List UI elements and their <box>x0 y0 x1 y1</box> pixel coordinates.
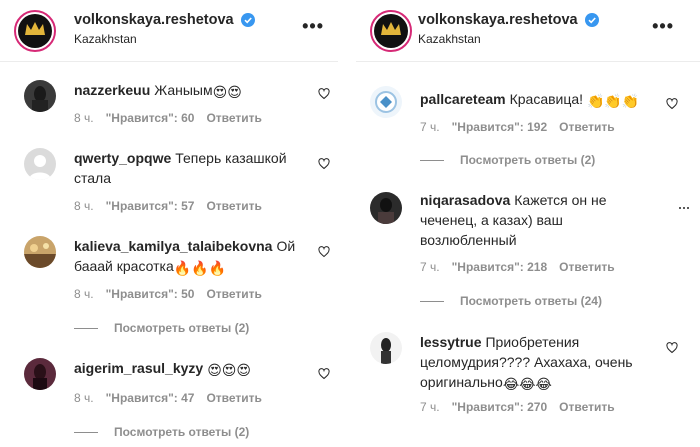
commenter-username[interactable]: nazzerkeuu <box>74 82 150 98</box>
likes-count[interactable]: "Нравится": 57 <box>106 199 195 213</box>
reply-button[interactable]: Ответить <box>559 260 614 274</box>
commenter-avatar[interactable] <box>24 148 56 180</box>
comment-text: niqarasadova Кажется он не чеченец, а каз… <box>420 192 607 248</box>
commenter-username[interactable]: qwerty_opqwe <box>74 150 171 166</box>
view-replies-button[interactable]: Посмотреть ответы (24) <box>420 294 602 308</box>
verified-badge-icon <box>584 13 599 27</box>
likes-count[interactable]: "Нравится": 47 <box>106 391 195 405</box>
comment-text: qwerty_opqwe Теперь казашкой стала <box>74 150 287 186</box>
comments-panel-right: volkonskaya.reshetova Kazakhstan ••• pal… <box>356 0 700 447</box>
like-heart-icon[interactable] <box>318 246 330 258</box>
author-username[interactable]: volkonskaya.reshetova <box>74 12 255 28</box>
comment-time[interactable]: 7 ч. <box>420 260 440 274</box>
comment-meta: 7 ч. "Нравится": 218 Ответить <box>420 260 627 274</box>
likes-count[interactable]: "Нравится": 60 <box>106 111 195 125</box>
more-options-icon[interactable]: ••• <box>302 16 324 37</box>
more-options-icon[interactable]: ••• <box>652 16 674 37</box>
commenter-avatar[interactable] <box>24 358 56 390</box>
like-heart-icon[interactable] <box>318 158 330 170</box>
likes-count[interactable]: "Нравится": 218 <box>452 260 548 274</box>
commenter-avatar[interactable] <box>370 192 402 224</box>
comment-item: nazzerkeuu Жаныым😍😍 8 ч. "Нравится": 60 Отв… <box>0 76 338 136</box>
comment-item: lessytrue Приобретения целомудрия???? Аха… <box>356 332 700 447</box>
comment-time[interactable]: 7 ч. <box>420 120 440 134</box>
reply-button[interactable]: Ответить <box>559 400 614 414</box>
commenter-username[interactable]: pallcareteam <box>420 91 506 107</box>
comment-meta: 8 ч. "Нравится": 60 Ответить <box>74 111 274 125</box>
comment-text: kalieva_kamilya_talaibekovna Ой бааай кра… <box>74 238 296 276</box>
comment-time[interactable]: 8 ч. <box>74 287 94 301</box>
author-username[interactable]: volkonskaya.reshetova <box>418 12 599 28</box>
likes-count[interactable]: "Нравится": 50 <box>106 287 195 301</box>
commenter-avatar[interactable] <box>370 332 402 364</box>
reply-button[interactable]: Ответить <box>206 287 261 301</box>
author-avatar[interactable] <box>370 10 412 52</box>
like-heart-icon[interactable] <box>318 88 330 100</box>
post-header: volkonskaya.reshetova Kazakhstan ••• <box>356 0 700 62</box>
comment-time[interactable]: 8 ч. <box>74 391 94 405</box>
post-header: volkonskaya.reshetova Kazakhstan ••• <box>0 0 338 62</box>
post-location[interactable]: Kazakhstan <box>418 32 481 46</box>
comment-meta: 8 ч. "Нравится": 50 Ответить <box>74 287 274 301</box>
comment-time[interactable]: 8 ч. <box>74 199 94 213</box>
replies-divider <box>74 432 98 434</box>
reply-button[interactable]: Ответить <box>206 199 261 213</box>
commenter-username[interactable]: lessytrue <box>420 334 481 350</box>
replies-divider <box>420 301 444 303</box>
commenter-avatar[interactable] <box>370 86 402 118</box>
reply-button[interactable]: Ответить <box>559 120 614 134</box>
panel-gap <box>338 0 356 447</box>
heart-eyes-emoji: 😍😍😍 <box>207 362 251 378</box>
view-replies-button[interactable]: Посмотреть ответы (2) <box>74 321 249 335</box>
verified-badge-icon <box>240 13 255 27</box>
replies-divider <box>74 328 98 330</box>
like-heart-icon[interactable] <box>318 368 330 380</box>
comment-item: aigerim_rasul_kyzy 😍😍😍 8 ч. "Нравится": 47… <box>0 358 338 447</box>
comment-meta: 8 ч. "Нравится": 47 Ответить <box>74 391 274 405</box>
commenter-username[interactable]: kalieva_kamilya_talaibekovna <box>74 238 272 254</box>
like-heart-icon[interactable] <box>666 98 678 110</box>
like-heart-icon[interactable] <box>666 342 678 354</box>
comment-meta: 7 ч. "Нравится": 270 Ответить <box>420 400 627 414</box>
likes-count[interactable]: "Нравится": 192 <box>452 120 548 134</box>
commenter-username[interactable]: niqarasadova <box>420 192 510 208</box>
clapping-hands-emoji: 👏👏👏 <box>586 93 640 109</box>
comment-meta: 8 ч. "Нравится": 57 Ответить <box>74 199 274 213</box>
fire-emoji: 🔥🔥🔥 <box>173 260 227 276</box>
commenter-avatar[interactable] <box>24 80 56 112</box>
post-location[interactable]: Kazakhstan <box>74 32 137 46</box>
heart-eyes-emoji: 😍😍 <box>212 84 242 100</box>
commenter-username[interactable]: aigerim_rasul_kyzy <box>74 360 203 376</box>
view-replies-button[interactable]: Посмотреть ответы (2) <box>74 425 249 439</box>
laughing-emoji: 😂😂😂 <box>502 376 552 392</box>
comment-time[interactable]: 8 ч. <box>74 111 94 125</box>
comment-text: aigerim_rasul_kyzy 😍😍😍 <box>74 358 294 380</box>
likes-count[interactable]: "Нравится": 270 <box>452 400 548 414</box>
comment-text: nazzerkeuu Жаныым😍😍 <box>74 82 242 100</box>
comment-item: niqarasadova Кажется он не чеченец, а каз… <box>356 190 700 315</box>
replies-divider <box>420 160 444 162</box>
comment-item: pallcareteam Красавица! 👏👏👏 7 ч. "Нравится… <box>356 86 700 176</box>
comment-text: lessytrue Приобретения целомудрия???? Аха… <box>420 334 633 392</box>
comment-time[interactable]: 7 ч. <box>420 400 440 414</box>
comment-item: qwerty_opqwe Теперь казашкой стала 8 ч. "Н… <box>0 148 338 228</box>
comments-panel-left: volkonskaya.reshetova Kazakhstan ••• naz… <box>0 0 338 447</box>
commenter-avatar[interactable] <box>24 236 56 268</box>
more-options-icon[interactable] <box>678 202 690 214</box>
reply-button[interactable]: Ответить <box>206 111 261 125</box>
comment-text: pallcareteam Красавица! 👏👏👏 <box>420 91 640 109</box>
view-replies-button[interactable]: Посмотреть ответы (2) <box>420 153 595 167</box>
comment-item: kalieva_kamilya_talaibekovna Ой бааай кра… <box>0 236 338 336</box>
author-avatar[interactable] <box>14 10 56 52</box>
comment-meta: 7 ч. "Нравится": 192 Ответить <box>420 120 627 134</box>
reply-button[interactable]: Ответить <box>206 391 261 405</box>
